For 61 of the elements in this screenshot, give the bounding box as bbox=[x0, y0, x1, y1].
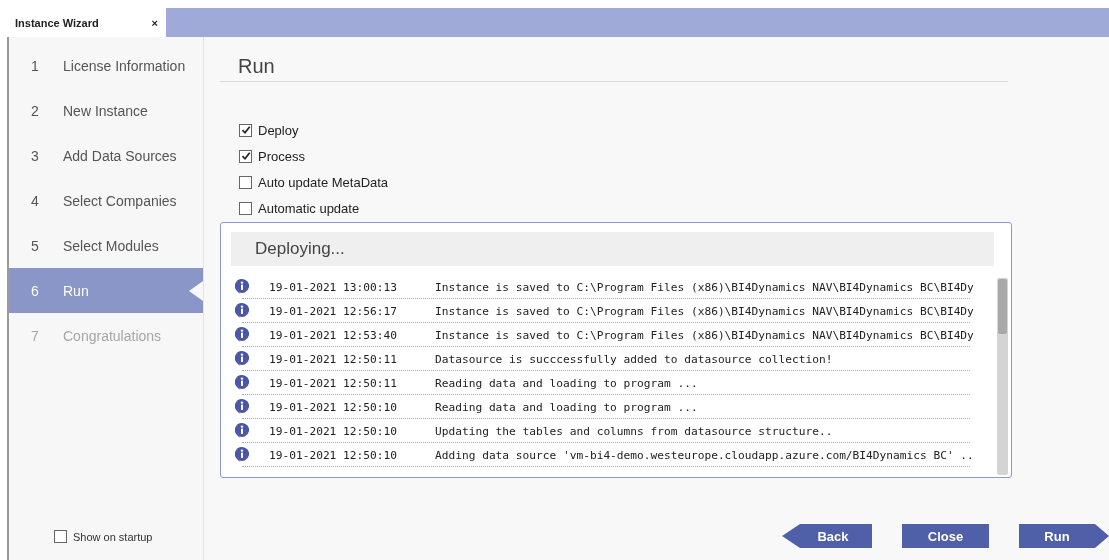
step-number: 3 bbox=[30, 147, 40, 164]
wizard-button[interactable]: Close bbox=[902, 524, 989, 548]
log-message: Adding data source 'vm-bi4-demo.westeurope.cloudapp.azure.com/BI4Dynamics BC' .. bbox=[435, 448, 974, 462]
log-message: Instance is saved to C:\Program Files (x86)\BI4Dynamics NAV\BI4Dynamics BC\BI4Dy bbox=[435, 304, 974, 318]
step-label: Select Modules bbox=[63, 237, 159, 254]
step-label: Select Companies bbox=[63, 192, 177, 209]
checkbox[interactable] bbox=[54, 530, 67, 543]
info-icon bbox=[235, 351, 249, 367]
step-number: 2 bbox=[30, 102, 40, 119]
step-label: Add Data Sources bbox=[63, 147, 177, 164]
log-message: Reading data and loading to program ... bbox=[435, 376, 698, 390]
checkbox-label: Automatic update bbox=[258, 200, 360, 216]
info-icon bbox=[235, 375, 249, 391]
step-number: 4 bbox=[30, 192, 40, 209]
log-time: 19-01-2021 12:56:17 bbox=[269, 304, 398, 318]
log-time: 19-01-2021 12:53:40 bbox=[269, 328, 398, 342]
log-time: 19-01-2021 13:00:13 bbox=[269, 280, 398, 294]
wizard-step[interactable]: 1 License Information bbox=[9, 43, 203, 88]
log-message: Updating the tables and columns from datasource structure.. bbox=[435, 424, 833, 438]
checkbox[interactable] bbox=[239, 149, 252, 163]
log-message: Reading data and loading to program ... bbox=[435, 400, 698, 414]
log-message: Instance is saved to C:\Program Files (x86)\BI4Dynamics NAV\BI4Dynamics BC\BI4Dy bbox=[435, 328, 974, 342]
wizard-tab[interactable]: Instance Wizard × bbox=[7, 8, 166, 37]
step-label: Congratulations bbox=[63, 327, 162, 344]
info-icon bbox=[235, 423, 249, 439]
step-label: License Information bbox=[63, 57, 186, 74]
wizard-step[interactable]: 3 Add Data Sources bbox=[9, 133, 203, 178]
checkbox[interactable] bbox=[239, 123, 252, 137]
step-number: 6 bbox=[30, 282, 40, 299]
log-time: 19-01-2021 12:50:11 bbox=[269, 352, 398, 366]
step-label: New Instance bbox=[63, 102, 148, 119]
info-icon bbox=[235, 447, 249, 463]
log-time: 19-01-2021 12:50:10 bbox=[269, 448, 398, 462]
scrollbar[interactable] bbox=[997, 278, 1008, 475]
info-icon bbox=[235, 399, 249, 415]
close-icon[interactable]: × bbox=[151, 16, 158, 29]
step-label: Run bbox=[63, 282, 89, 299]
info-icon bbox=[235, 279, 249, 295]
wizard-button[interactable]: Run bbox=[1019, 524, 1109, 548]
wizard-step[interactable]: 2 New Instance bbox=[9, 88, 203, 133]
wizard-button[interactable]: Back bbox=[782, 524, 872, 548]
checkbox[interactable] bbox=[239, 175, 252, 189]
info-icon bbox=[235, 303, 249, 319]
log-time: 19-01-2021 12:50:10 bbox=[269, 400, 398, 414]
page-title: Run bbox=[220, 55, 1008, 82]
log-message: Instance is saved to C:\Program Files (x86)\BI4Dynamics NAV\BI4Dynamics BC\BI4Dy bbox=[435, 280, 974, 294]
checkbox-label: Process bbox=[258, 148, 305, 164]
wizard-step[interactable]: 4 Select Companies bbox=[9, 178, 203, 223]
checkbox[interactable] bbox=[239, 201, 252, 215]
log-title: Deploying... bbox=[231, 232, 994, 266]
log-message: Datasource is succcessfully added to datasource collection! bbox=[435, 352, 833, 366]
checkbox-label: Show on startup bbox=[73, 530, 153, 543]
checkbox-label: Deploy bbox=[258, 122, 299, 138]
log-time: 19-01-2021 12:50:11 bbox=[269, 376, 398, 390]
step-number: 7 bbox=[30, 327, 40, 344]
checkbox-label: Auto update MetaData bbox=[258, 174, 389, 190]
log-time: 19-01-2021 12:50:10 bbox=[269, 424, 398, 438]
wizard-step[interactable]: 5 Select Modules bbox=[9, 223, 203, 268]
step-number: 5 bbox=[30, 237, 40, 254]
step-number: 1 bbox=[30, 57, 40, 74]
info-icon bbox=[235, 327, 249, 343]
